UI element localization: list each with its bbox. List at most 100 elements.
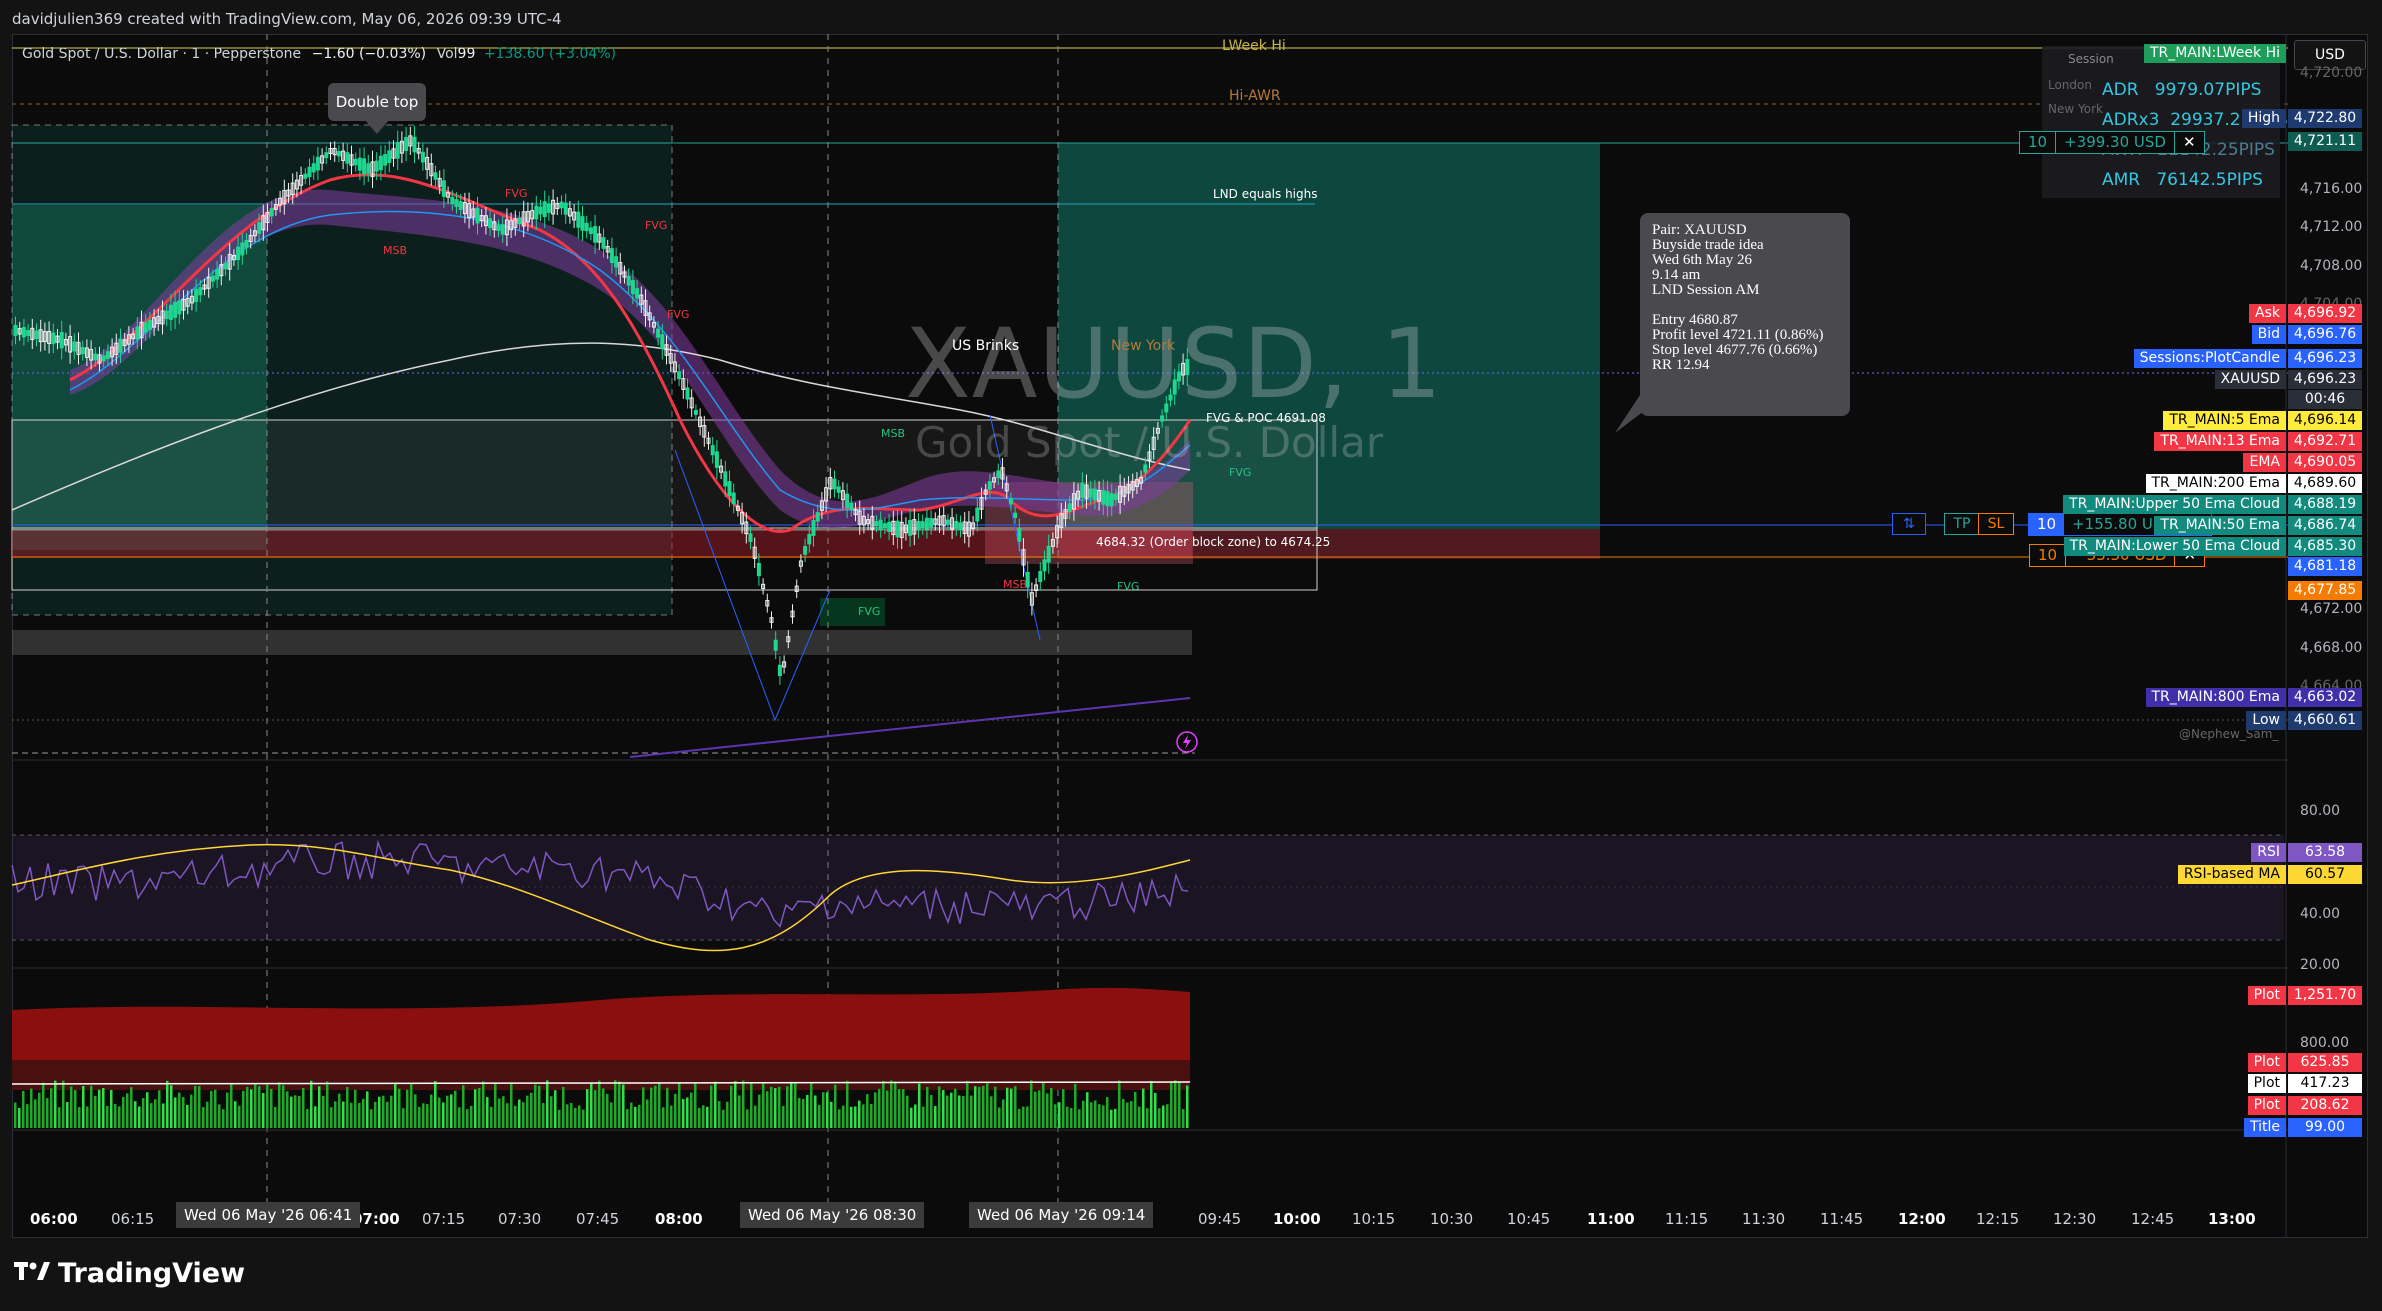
volume-bar [1122,1098,1125,1128]
volume-value-tag: 625.85 [2288,1053,2362,1072]
candle-body [395,142,400,159]
volume-bar [1146,1108,1149,1128]
sl-qty: 10 [2038,546,2058,564]
price-value-tag: 4,692.71 [2288,432,2362,451]
tradingview-logo[interactable]: TradingView [14,1258,245,1289]
volume-bar [1110,1109,1113,1128]
reverse-position-icon[interactable]: ⇅ [1892,513,1926,535]
price-name-tag: TR_MAIN:5 Ema [2163,411,2286,430]
volume-bar [1106,1097,1109,1128]
volume-name-tag: Plot [2247,986,2286,1005]
volume-bar [630,1102,633,1128]
volume-bar [494,1083,497,1128]
callout-line [1652,298,1838,313]
sl-button[interactable]: SL [1978,513,2014,535]
crosshair-time-label: Wed 06 May '26 09:14 [969,1202,1154,1228]
price-tick: 4,720.00 [2300,65,2363,81]
close-icon[interactable]: ✕ [2173,132,2204,153]
volume-bar [918,1083,921,1128]
fvg-label: FVG [858,605,881,618]
candle-body [383,154,388,166]
candle-body [656,328,661,338]
volume-bar [910,1107,913,1128]
volume-bar [478,1087,481,1128]
lightning-icon[interactable] [1175,730,1199,754]
volume-value-tag: 99.00 [2288,1118,2362,1137]
price-value-tag: 4,722.80 [2288,109,2362,128]
price-chart[interactable] [0,0,2382,1311]
stats-faint-row: London [2048,78,2092,92]
price-value-tag: 4,696.23 [2288,349,2362,368]
time-tick: 12:15 [1976,1210,2020,1228]
candle-body [387,150,392,163]
volume-bar [590,1083,593,1128]
fvg-label: FVG [667,308,690,321]
volume-bar [618,1081,621,1128]
volume-bar [358,1102,361,1128]
volume-bar [294,1095,297,1128]
callout-line: LND Session AM [1652,282,1760,298]
lweek-hi-label: LWeek Hi [1222,38,1286,54]
volume-bar [302,1087,305,1128]
volume-bar [966,1080,969,1128]
candle-body [588,227,593,235]
price-tick: 4,712.00 [2300,219,2363,235]
volume-bar [606,1093,609,1128]
candle-body [882,523,887,529]
candle-body [194,288,199,303]
volume-bar [686,1097,689,1128]
volume-bar [670,1105,673,1128]
volume-bar [286,1091,289,1128]
volume-bar [626,1109,629,1128]
take-profit-order[interactable]: 10 +399.30 USD ✕ [2019,131,2205,154]
fvg-label: FVG [505,187,528,200]
volume-bar [822,1092,825,1128]
volume-bar [30,1088,33,1128]
candle-body [815,512,820,522]
candle-body [374,160,379,172]
volume-bar [242,1090,245,1128]
volume-bar [326,1081,329,1128]
candle-body [210,275,215,282]
volume-bar [382,1095,385,1128]
candle-body [164,310,169,320]
double-top-note[interactable]: Double top [328,83,426,121]
price-name-tag: TR_MAIN:LWeek Hi [2144,44,2286,63]
candle-body [874,521,879,527]
candle-body [168,304,173,321]
volume-bar [458,1107,461,1128]
tp-button[interactable]: TP [1944,513,1980,535]
volume-bar [1078,1109,1081,1128]
candle-body [1042,559,1047,572]
time-tick: 10:15 [1352,1210,1396,1228]
candle-body [929,518,934,528]
price-value-tag: 4,689.60 [2288,474,2362,493]
candle-body [693,409,698,415]
volume-bar [802,1099,805,1128]
volume-bar [282,1085,285,1128]
time-tick: 11:15 [1665,1210,1709,1228]
price-tick: 4,672.00 [2300,601,2363,617]
volume-bar [74,1090,77,1128]
candle-body [488,218,493,229]
volume-bar [50,1088,53,1128]
volume-bar [646,1099,649,1128]
candle-body [324,152,329,159]
price-name-tag: TR_MAIN:13 Ema [2154,432,2286,451]
candle-body [975,507,980,522]
candle-body [601,237,606,249]
legend-vol-value: 99 [457,46,476,62]
time-tick: 07:30 [498,1210,542,1228]
volume-bar [62,1080,65,1128]
price-name-tag: Bid [2251,325,2286,344]
trade-idea-callout[interactable]: Pair: XAUUSD Buyside trade idea Wed 6th … [1640,213,1850,416]
volume-bar [674,1093,677,1128]
msb-label: MSB [383,244,408,257]
candle-body [307,166,312,178]
candle-body [895,520,900,538]
candle-body [710,445,715,456]
price-name-tag: Low [2246,711,2286,730]
candle-body [807,533,812,545]
volume-bar [430,1094,433,1128]
bubble-pointer-icon [365,120,389,134]
